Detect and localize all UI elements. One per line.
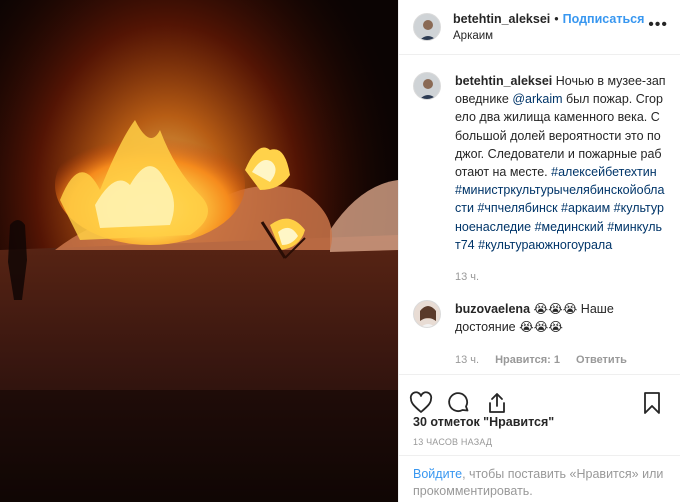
commenter-username[interactable]: buzovaelena <box>455 302 530 316</box>
author-avatar[interactable] <box>413 13 441 41</box>
more-options-icon[interactable]: ••• <box>648 16 668 34</box>
post-photo[interactable] <box>0 0 398 502</box>
login-link[interactable]: Войдите <box>413 467 462 481</box>
post-location[interactable]: Аркаим <box>453 28 648 44</box>
comments-section[interactable]: betehtin_aleksei Ночью в музее-заповедни… <box>399 56 680 366</box>
author-username[interactable]: betehtin_aleksei <box>453 11 550 27</box>
caption-meta: 13 ч. <box>455 268 666 286</box>
fire-night-image <box>0 0 398 502</box>
caption-avatar[interactable] <box>413 72 441 100</box>
login-prompt: Войдите, чтобы поставить «Нравится» или … <box>399 455 680 502</box>
comment-icon[interactable] <box>447 391 471 415</box>
commenter-avatar[interactable] <box>413 300 441 329</box>
hashtag[interactable]: #чпчелябинск <box>477 201 557 215</box>
hashtag[interactable]: #культураюжногоурала <box>478 238 612 252</box>
caption: betehtin_aleksei Ночью в музее-заповедни… <box>413 72 666 286</box>
caption-time[interactable]: 13 ч. <box>455 268 479 286</box>
comment-time[interactable]: 13 ч. <box>455 351 479 366</box>
caption-username[interactable]: betehtin_aleksei <box>455 74 552 88</box>
comment-likes[interactable]: Нравится: 1 <box>495 351 560 366</box>
instagram-post: betehtin_aleksei • Подписаться Аркаим ••… <box>0 0 680 502</box>
hashtag[interactable]: #мединский <box>535 220 604 234</box>
follow-button[interactable]: Подписаться <box>563 11 645 27</box>
comment-meta: 13 ч. Нравится: 1 Ответить <box>455 351 666 366</box>
likes-count[interactable]: 30 отметок "Нравится" <box>413 415 554 429</box>
share-icon[interactable] <box>485 391 509 415</box>
header-separator: • <box>554 11 559 26</box>
hashtag[interactable]: #алексейбетехтин <box>551 165 656 179</box>
caption-mention[interactable]: @arkaim <box>512 92 562 106</box>
reply-button[interactable]: Ответить <box>576 351 627 366</box>
hashtag[interactable]: #аркаим <box>561 201 610 215</box>
post-side-panel: betehtin_aleksei • Подписаться Аркаим ••… <box>398 0 680 502</box>
heart-icon[interactable] <box>409 390 433 415</box>
bookmark-icon[interactable] <box>640 391 664 415</box>
post-header: betehtin_aleksei • Подписаться Аркаим ••… <box>399 0 680 55</box>
post-timestamp: 13 ЧАСОВ НАЗАД <box>413 437 493 447</box>
comment-row: buzovaelena 😭😭😭 Наше достояние 😭😭😭 13 ч.… <box>413 300 666 366</box>
